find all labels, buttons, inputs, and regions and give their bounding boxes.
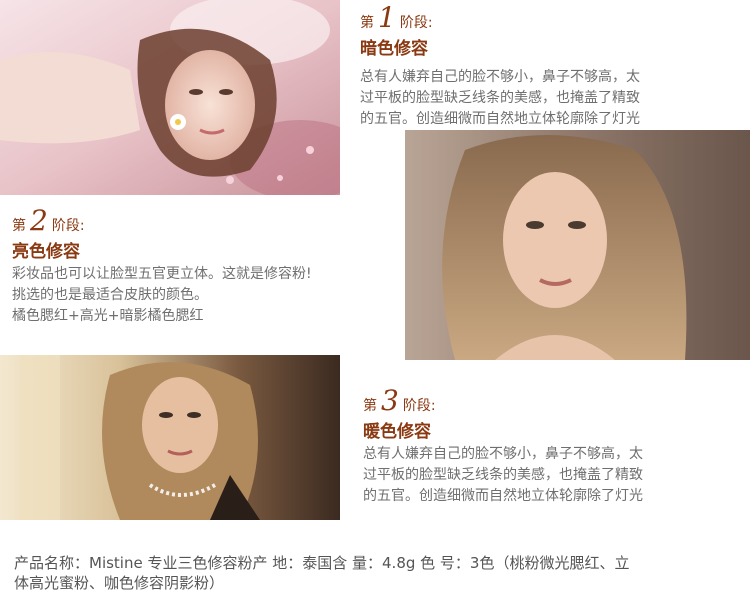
- product-info-line: 产品名称：Mistine 专业三色修容粉产 地：泰国含 量：4.8g 色 号：3…: [14, 554, 630, 572]
- stage-1-number: 1: [378, 1, 396, 34]
- product-info-line: 体高光蜜粉、咖色修容阴影粉）: [14, 574, 225, 592]
- stage-2-desc-line: 橘色腮红+高光+暗影橘色腮红: [12, 308, 204, 324]
- stage-1-heading: 第 1 阶段:: [360, 4, 640, 32]
- stage-3-desc-line: 的五官。创造细微而自然地立体轮廓除了灯光: [363, 488, 643, 504]
- stage-2-heading: 第 2 阶段:: [12, 207, 312, 235]
- stage-1-desc-line: 过平板的脸型缺乏线条的美感，也掩盖了精致: [360, 90, 640, 106]
- stage-3-block: 第 3 阶段: 暖色修容 总有人嫌弃自己的脸不够小，鼻子不够高，太 过平板的脸型…: [363, 387, 643, 507]
- stage-3-number: 3: [381, 384, 399, 417]
- stage-1-desc-line: 总有人嫌弃自己的脸不够小，鼻子不够高，太: [360, 69, 640, 85]
- stage-2-desc-line: 彩妆品也可以让脸型五官更立体。这就是修容粉!: [12, 266, 312, 282]
- stage-3-suffix: 阶段:: [402, 398, 436, 414]
- product-info-footer: 产品名称：Mistine 专业三色修容粉产 地：泰国含 量：4.8g 色 号：3…: [14, 553, 744, 593]
- stage-3-desc-line: 总有人嫌弃自己的脸不够小，鼻子不够高，太: [363, 446, 643, 462]
- stage-3-description: 总有人嫌弃自己的脸不够小，鼻子不够高，太 过平板的脸型缺乏线条的美感，也掩盖了精…: [363, 444, 643, 507]
- stage-2-number: 2: [30, 204, 48, 237]
- stage-1-title: 暗色修容: [360, 39, 428, 59]
- photo-woman-long-hair: [405, 130, 750, 360]
- stage-1-suffix: 阶段:: [399, 15, 433, 31]
- stage-2-suffix: 阶段:: [51, 218, 85, 234]
- photo-woman-pearl-necklace: [0, 355, 340, 520]
- stage-1-desc-line: 的五官。创造细微而自然地立体轮廓除了灯光: [360, 111, 640, 127]
- stage-3-heading: 第 3 阶段:: [363, 387, 643, 415]
- stage-1-prefix: 第: [360, 15, 374, 31]
- stage-1-description: 总有人嫌弃自己的脸不够小，鼻子不够高，太 过平板的脸型缺乏线条的美感，也掩盖了精…: [360, 67, 640, 130]
- stage-2-prefix: 第: [12, 218, 26, 234]
- photo-woman-lying-in-flowers: [0, 0, 340, 195]
- stage-2-description: 彩妆品也可以让脸型五官更立体。这就是修容粉! 挑选的也是最适合皮肤的颜色。 橘色…: [12, 264, 312, 327]
- stage-2-desc-line: 挑选的也是最适合皮肤的颜色。: [12, 287, 208, 303]
- stage-3-desc-line: 过平板的脸型缺乏线条的美感，也掩盖了精致: [363, 467, 643, 483]
- stage-2-block: 第 2 阶段: 亮色修容 彩妆品也可以让脸型五官更立体。这就是修容粉! 挑选的也…: [12, 207, 312, 327]
- stage-3-prefix: 第: [363, 398, 377, 414]
- stage-3-title: 暖色修容: [363, 422, 431, 442]
- stage-2-title: 亮色修容: [12, 242, 80, 262]
- stage-1-block: 第 1 阶段: 暗色修容 总有人嫌弃自己的脸不够小，鼻子不够高，太 过平板的脸型…: [360, 4, 640, 130]
